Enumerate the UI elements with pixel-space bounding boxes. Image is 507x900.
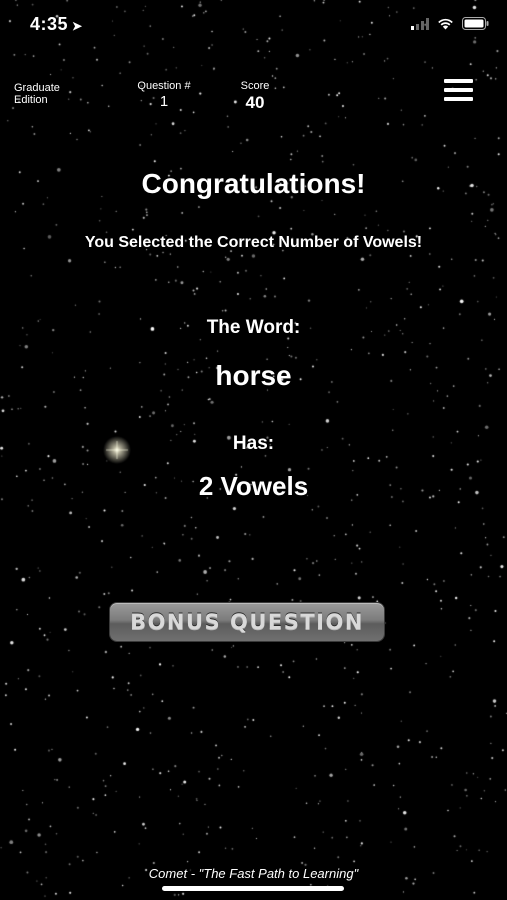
score-value: 40 [245,93,265,112]
bonus-question-label: BONUS QUESTION [130,610,364,634]
signal-icon [411,17,429,30]
bonus-question-button[interactable]: BONUS QUESTION [110,603,384,641]
hamburger-menu-icon[interactable] [444,79,473,101]
question-value: 1 [159,93,169,110]
home-indicator[interactable] [162,886,344,891]
location-arrow-icon: ➤ [72,19,83,33]
wifi-icon [438,18,453,29]
edition-label: Graduate Edition [14,82,80,106]
status-time: 4:35 ➤ [30,14,83,35]
score: Score 40 [226,80,284,113]
vowel-count: 2 Vowels [198,471,309,501]
result-message: You Selected the Correct Number of Vowel… [84,234,423,251]
question-number: Question # 1 [126,80,202,110]
status-icons [411,17,489,30]
battery-icon [462,17,489,30]
word-label: The Word: [206,317,301,338]
footer-tagline: Comet - "The Fast Path to Learning" [148,866,359,881]
question-label: Question # [137,80,191,92]
has-label: Has: [232,433,275,454]
congratulations-title: Congratulations! [141,168,366,199]
score-label: Score [240,80,270,92]
word-value: horse [215,360,292,391]
status-time-text: 4:35 [30,14,69,34]
edition-text: Graduate Edition [14,82,60,106]
